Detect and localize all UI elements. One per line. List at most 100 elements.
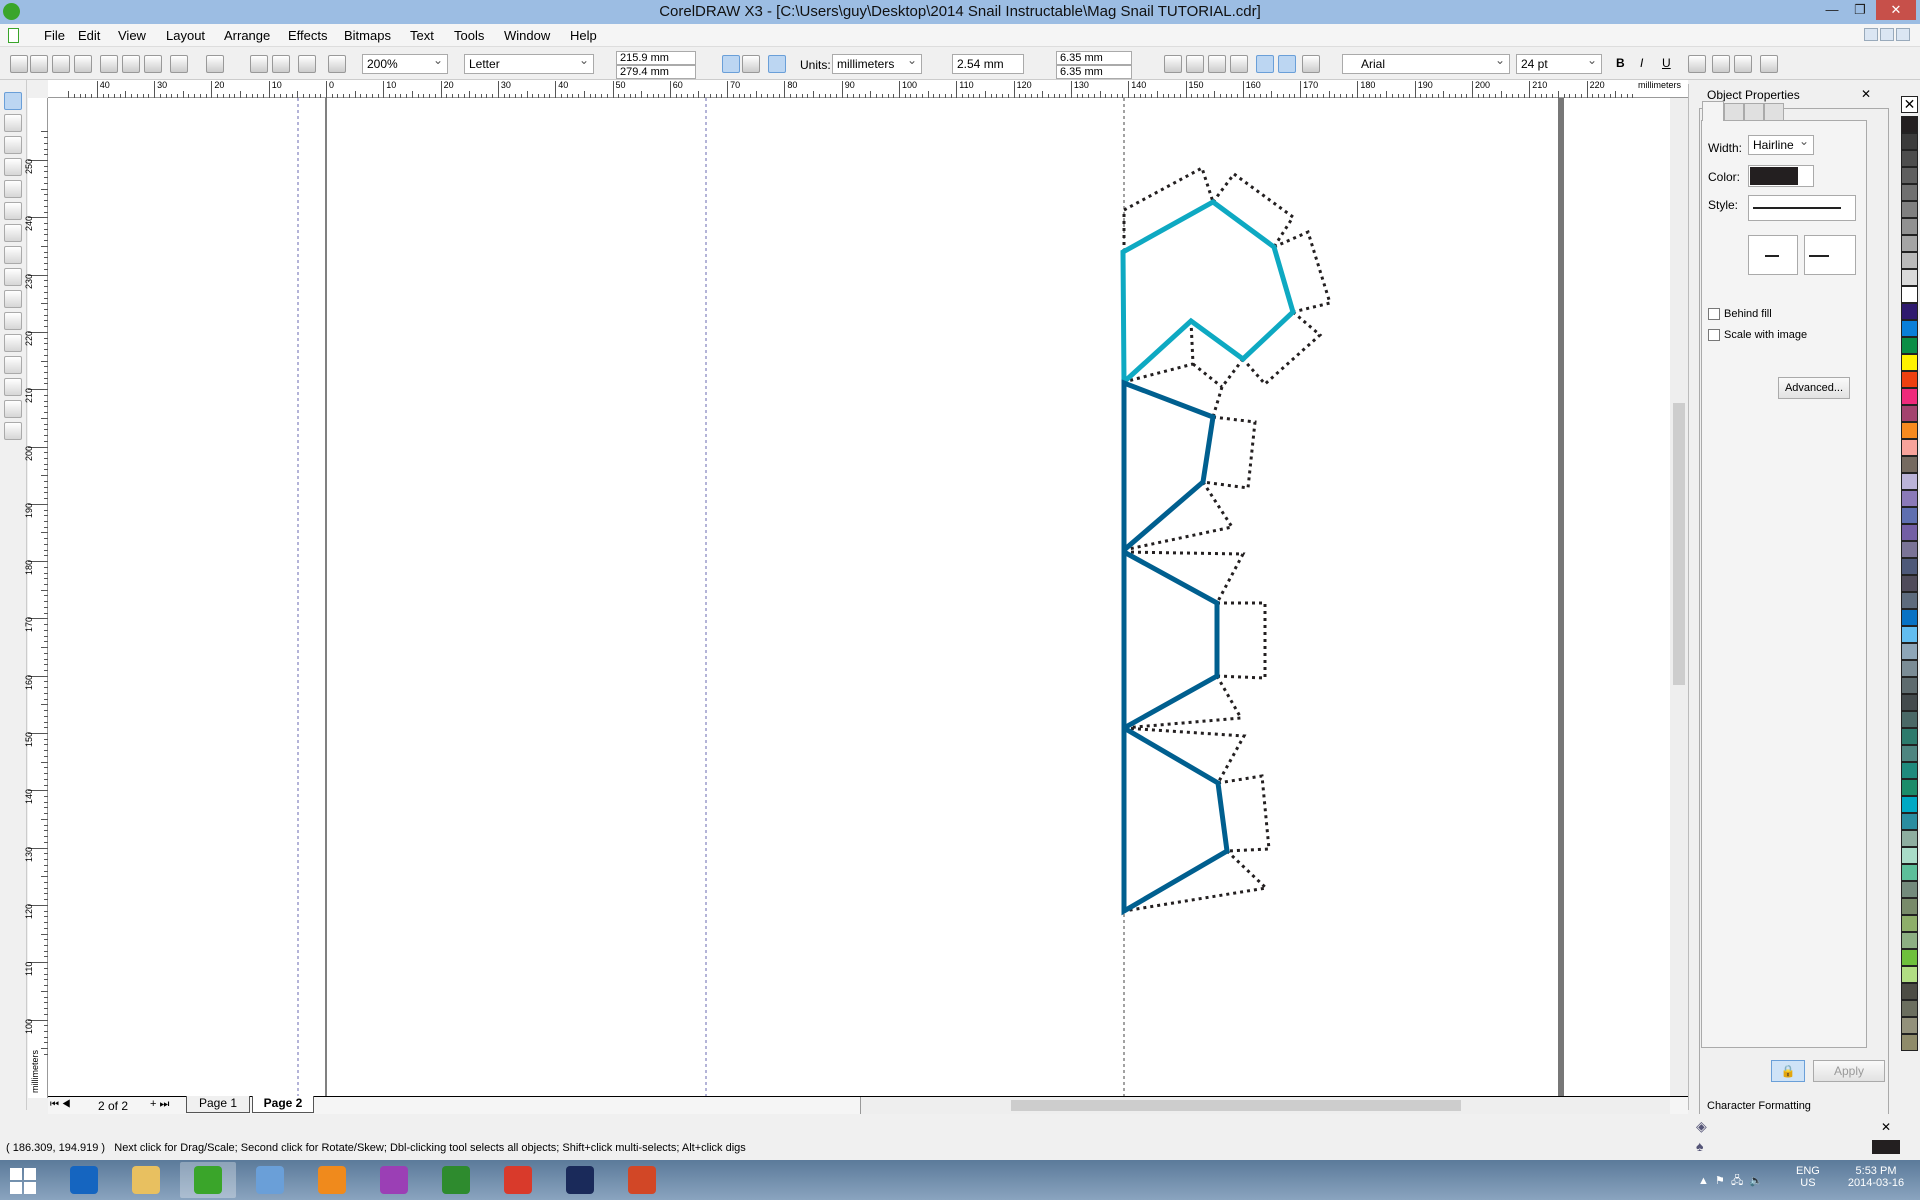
- taskbar-chrome-icon[interactable]: [490, 1162, 546, 1198]
- outline-color-picker[interactable]: [1748, 165, 1814, 187]
- color-swatch[interactable]: [1901, 847, 1918, 864]
- color-swatch[interactable]: [1901, 371, 1918, 388]
- portrait-icon[interactable]: [722, 55, 740, 73]
- taskbar-file-explorer-icon[interactable]: [118, 1162, 174, 1198]
- color-swatch[interactable]: [1901, 524, 1918, 541]
- color-swatch[interactable]: [1901, 745, 1918, 762]
- blue-body-segment[interactable]: [1121, 547, 1220, 733]
- color-swatch[interactable]: [1901, 252, 1918, 269]
- dotted-fold-outline[interactable]: [1216, 601, 1267, 680]
- nudge-input[interactable]: 2.54 mm: [952, 54, 1024, 74]
- color-swatch[interactable]: [1901, 235, 1918, 252]
- snap-object-icon[interactable]: [1256, 55, 1274, 73]
- interactive-tool-icon[interactable]: [4, 334, 22, 352]
- color-swatch[interactable]: [1901, 864, 1918, 881]
- outline-width-select[interactable]: Hairline: [1748, 135, 1814, 155]
- menu-file[interactable]: File: [44, 28, 65, 43]
- apply-button[interactable]: Apply: [1813, 1060, 1885, 1082]
- color-swatch[interactable]: [1901, 201, 1918, 218]
- color-swatch[interactable]: [1901, 1034, 1918, 1051]
- outline-style-select[interactable]: [1748, 195, 1856, 221]
- color-swatch[interactable]: [1901, 218, 1918, 235]
- color-swatch[interactable]: [1901, 949, 1918, 966]
- color-swatch[interactable]: [1901, 558, 1918, 575]
- taskbar-media-player-icon[interactable]: [304, 1162, 360, 1198]
- taskbar-powerpoint-icon[interactable]: [614, 1162, 670, 1198]
- vertical-scrollbar[interactable]: [1670, 98, 1688, 1096]
- font-size-select[interactable]: 24 pt: [1516, 54, 1602, 74]
- advanced-button[interactable]: Advanced...: [1778, 377, 1850, 399]
- color-swatch[interactable]: [1901, 422, 1918, 439]
- application-launcher-icon[interactable]: [298, 55, 316, 73]
- horizontal-scrollbar[interactable]: [860, 1097, 1670, 1114]
- color-swatch[interactable]: [1901, 150, 1918, 167]
- windows-start-icon[interactable]: [10, 1168, 36, 1194]
- close-button[interactable]: ✕: [1876, 0, 1916, 20]
- color-swatch[interactable]: [1901, 609, 1918, 626]
- color-swatch[interactable]: [1901, 456, 1918, 473]
- minimize-button[interactable]: —: [1818, 0, 1846, 20]
- character-formatting-docker-tab[interactable]: Character Formatting: [1707, 1100, 1811, 1112]
- menu-window[interactable]: Window: [504, 28, 550, 43]
- end-arrow-select[interactable]: [1804, 235, 1856, 275]
- outline-tool-icon[interactable]: [4, 378, 22, 396]
- docker-close-icon[interactable]: ✕: [1861, 87, 1871, 101]
- tab-page-1[interactable]: Page 1: [186, 1096, 250, 1113]
- underline-button[interactable]: U: [1662, 56, 1671, 70]
- cyan-head-shape[interactable]: [1120, 199, 1296, 388]
- dotted-fold-outline[interactable]: [1211, 358, 1245, 418]
- color-swatch[interactable]: [1901, 898, 1918, 915]
- color-swatch[interactable]: [1901, 575, 1918, 592]
- crop-tool-icon[interactable]: [4, 136, 22, 154]
- bold-button[interactable]: B: [1616, 56, 1625, 70]
- landscape-icon[interactable]: [742, 55, 760, 73]
- italic-button[interactable]: I: [1640, 56, 1643, 70]
- color-swatch[interactable]: [1901, 728, 1918, 745]
- color-swatch[interactable]: [1901, 354, 1918, 371]
- paragraph-icon[interactable]: [1734, 55, 1752, 73]
- color-swatch[interactable]: [1901, 303, 1918, 320]
- menu-view[interactable]: View: [118, 28, 146, 43]
- color-swatch[interactable]: [1901, 320, 1918, 337]
- color-swatch[interactable]: [1901, 541, 1918, 558]
- menu-help[interactable]: Help: [570, 28, 597, 43]
- start-arrow-select[interactable]: [1748, 235, 1798, 275]
- align-left-icon[interactable]: [1186, 55, 1204, 73]
- color-swatch[interactable]: [1901, 813, 1918, 830]
- clock[interactable]: 5:53 PM 2014-03-16: [1836, 1165, 1916, 1189]
- open-icon[interactable]: [30, 55, 48, 73]
- color-swatch[interactable]: [1901, 915, 1918, 932]
- color-swatch[interactable]: [1901, 762, 1918, 779]
- font-select[interactable]: Arial: [1342, 54, 1510, 74]
- first-page-button[interactable]: ⏮ ◀: [50, 1099, 71, 1110]
- bullets-icon[interactable]: [1712, 55, 1730, 73]
- color-swatch[interactable]: [1901, 133, 1918, 150]
- text-tool-icon[interactable]: [4, 312, 22, 330]
- horizontal-scroll-thumb[interactable]: [1011, 1100, 1461, 1111]
- color-swatch[interactable]: [1901, 660, 1918, 677]
- scale-with-image-checkbox[interactable]: [1708, 329, 1720, 341]
- duplicate-x-input[interactable]: 6.35 mm: [1056, 51, 1132, 65]
- smart-fill-icon[interactable]: [4, 202, 22, 220]
- pick-tool-icon[interactable]: [4, 92, 22, 110]
- zoom-select[interactable]: 200%: [362, 54, 448, 74]
- fill-tool-icon[interactable]: [4, 400, 22, 418]
- units-select[interactable]: millimeters: [832, 54, 922, 74]
- color-swatch[interactable]: [1901, 932, 1918, 949]
- import-icon[interactable]: [250, 55, 268, 73]
- lock-button[interactable]: 🔒: [1771, 1060, 1805, 1082]
- taskbar-start-screen-icon[interactable]: [56, 1162, 112, 1198]
- duplicate-y-input[interactable]: 6.35 mm: [1056, 65, 1132, 79]
- undo-icon[interactable]: [170, 55, 188, 73]
- dotted-fold-outline[interactable]: [1192, 362, 1223, 389]
- vertical-scroll-thumb[interactable]: [1673, 403, 1685, 685]
- page-height-input[interactable]: 279.4 mm: [616, 65, 696, 79]
- color-swatch[interactable]: [1901, 473, 1918, 490]
- copy-icon[interactable]: [122, 55, 140, 73]
- color-swatch[interactable]: [1901, 167, 1918, 184]
- color-swatch[interactable]: [1901, 796, 1918, 813]
- no-color-swatch[interactable]: ✕: [1901, 96, 1918, 113]
- tab-outline-pen-icon[interactable]: [1702, 101, 1724, 121]
- tab-transparency-icon[interactable]: [1744, 103, 1764, 121]
- doc-window-controls[interactable]: [1864, 28, 1914, 42]
